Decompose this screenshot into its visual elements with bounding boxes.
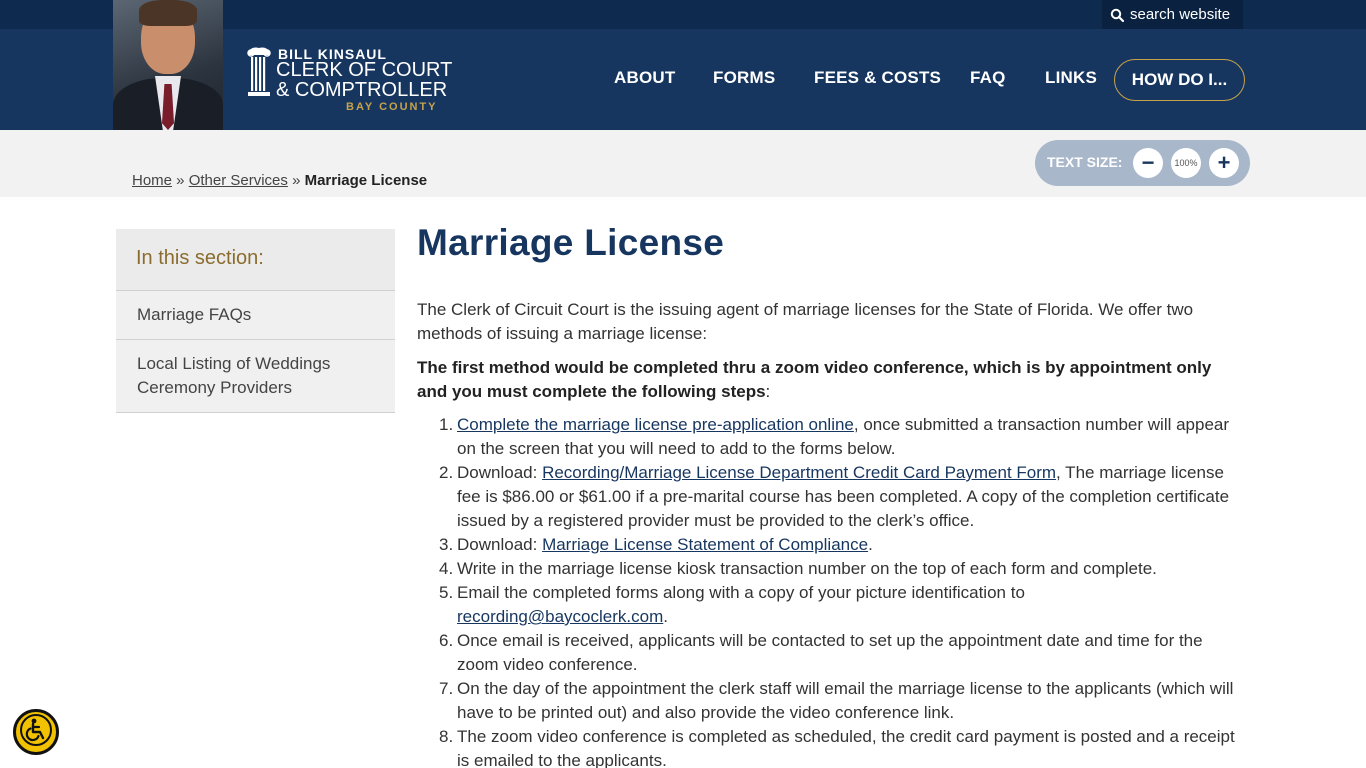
first-method-colon: : [765,382,771,401]
sidebar-heading: In this section: [116,229,395,291]
steps-list: 1. Complete the marriage license pre-appl… [417,413,1237,768]
step-text: Download: [457,535,543,554]
step-text: Email the completed forms along with a c… [457,583,1025,602]
page-title: Marriage License [417,222,725,263]
step-text: Download: [457,463,543,482]
step-text: Write in the marriage license kiosk tran… [457,559,1157,578]
step-text: . [663,607,668,626]
breadcrumb-separator: » [287,172,305,189]
breadcrumb-other-services-link[interactable]: Other Services [189,172,288,189]
list-item: 8. The zoom video conference is completed… [417,725,1237,768]
list-item: 7. On the day of the appointment the cler… [417,677,1237,725]
intro-paragraph: The Clerk of Circuit Court is the issuin… [417,300,1194,343]
breadcrumb: Home » Other Services » Marriage License [132,172,427,189]
sidebar-item-wedding-ceremony-providers[interactable]: Local Listing of Weddings Ceremony Provi… [116,340,395,413]
how-do-i-button[interactable]: HOW DO I... [1114,59,1245,101]
text-size-reset-button[interactable]: 100% [1171,148,1201,178]
list-item: 3. Download: Marriage License Statement o… [417,533,1237,557]
step-number: 8. [439,727,454,746]
statement-of-compliance-link[interactable]: Marriage License Statement of Compliance [542,535,868,554]
search-icon [1110,8,1124,22]
sidebar-item-marriage-faqs[interactable]: Marriage FAQs [116,291,395,340]
pre-application-link[interactable]: Complete the marriage license pre-applic… [457,415,854,434]
breadcrumb-current: Marriage License [304,172,428,189]
step-number: 1. [439,415,454,434]
site-logo[interactable]: BILL KINSAUL CLERK OF COURT & COMPTROLLE… [246,44,453,116]
step-number: 2. [439,463,454,482]
logo-title-line2: & COMPTROLLER [276,79,448,101]
search-label: search website [1130,6,1231,23]
step-number: 7. [439,679,454,698]
nav-fees-costs[interactable]: FEES & COSTS [814,68,941,88]
breadcrumb-separator: » [172,172,189,189]
list-item: 4. Write in the marriage license kiosk tr… [417,557,1237,581]
text-size-control: TEXT SIZE: − 100% + [1035,140,1250,186]
wheelchair-accessibility-icon [19,713,53,752]
clerk-portrait-photo [113,0,223,130]
step-text: On the day of the appointment the clerk … [457,679,1234,722]
step-text: Once email is received, applicants will … [457,631,1203,674]
step-number: 6. [439,631,454,650]
step-number: 3. [439,535,454,554]
text-size-increase-button[interactable]: + [1209,148,1239,178]
site-header: search website BILL KINSAUL CLERK OF COU… [0,0,1366,130]
search-website-button[interactable]: search website [1102,0,1243,29]
nav-links[interactable]: LINKS [1045,68,1097,88]
nav-about[interactable]: ABOUT [614,68,675,88]
first-method-heading: The first method would be completed thru… [417,356,1237,404]
list-item: 2. Download: Recording/Marriage License D… [417,461,1237,533]
step-text: . [868,535,873,554]
nav-faq[interactable]: FAQ [970,68,1006,88]
step-text: The zoom video conference is completed a… [457,727,1235,768]
accessibility-button[interactable] [13,709,59,755]
credit-card-payment-form-link[interactable]: Recording/Marriage License Department Cr… [542,463,1056,482]
text-size-label: TEXT SIZE: [1047,154,1123,170]
breadcrumb-home-link[interactable]: Home [132,172,172,189]
logo-title-line1: CLERK OF COURT [276,59,453,81]
first-method-text: The first method would be completed thru… [417,358,1212,401]
logo-county: BAY COUNTY [346,101,438,113]
list-item: 5. Email the completed forms along with a… [417,581,1237,629]
main-content: Marriage License The Clerk of Circuit Co… [417,222,1237,768]
section-sidebar: In this section: Marriage FAQs Local Lis… [116,229,395,413]
recording-email-link[interactable]: recording@baycoclerk.com [457,607,663,626]
list-item: 6. Once email is received, applicants wil… [417,629,1237,677]
step-number: 5. [439,583,454,602]
step-number: 4. [439,559,454,578]
column-pillar-icon [246,46,272,98]
nav-forms[interactable]: FORMS [713,68,775,88]
text-size-decrease-button[interactable]: − [1133,148,1163,178]
list-item: 1. Complete the marriage license pre-appl… [417,413,1237,461]
